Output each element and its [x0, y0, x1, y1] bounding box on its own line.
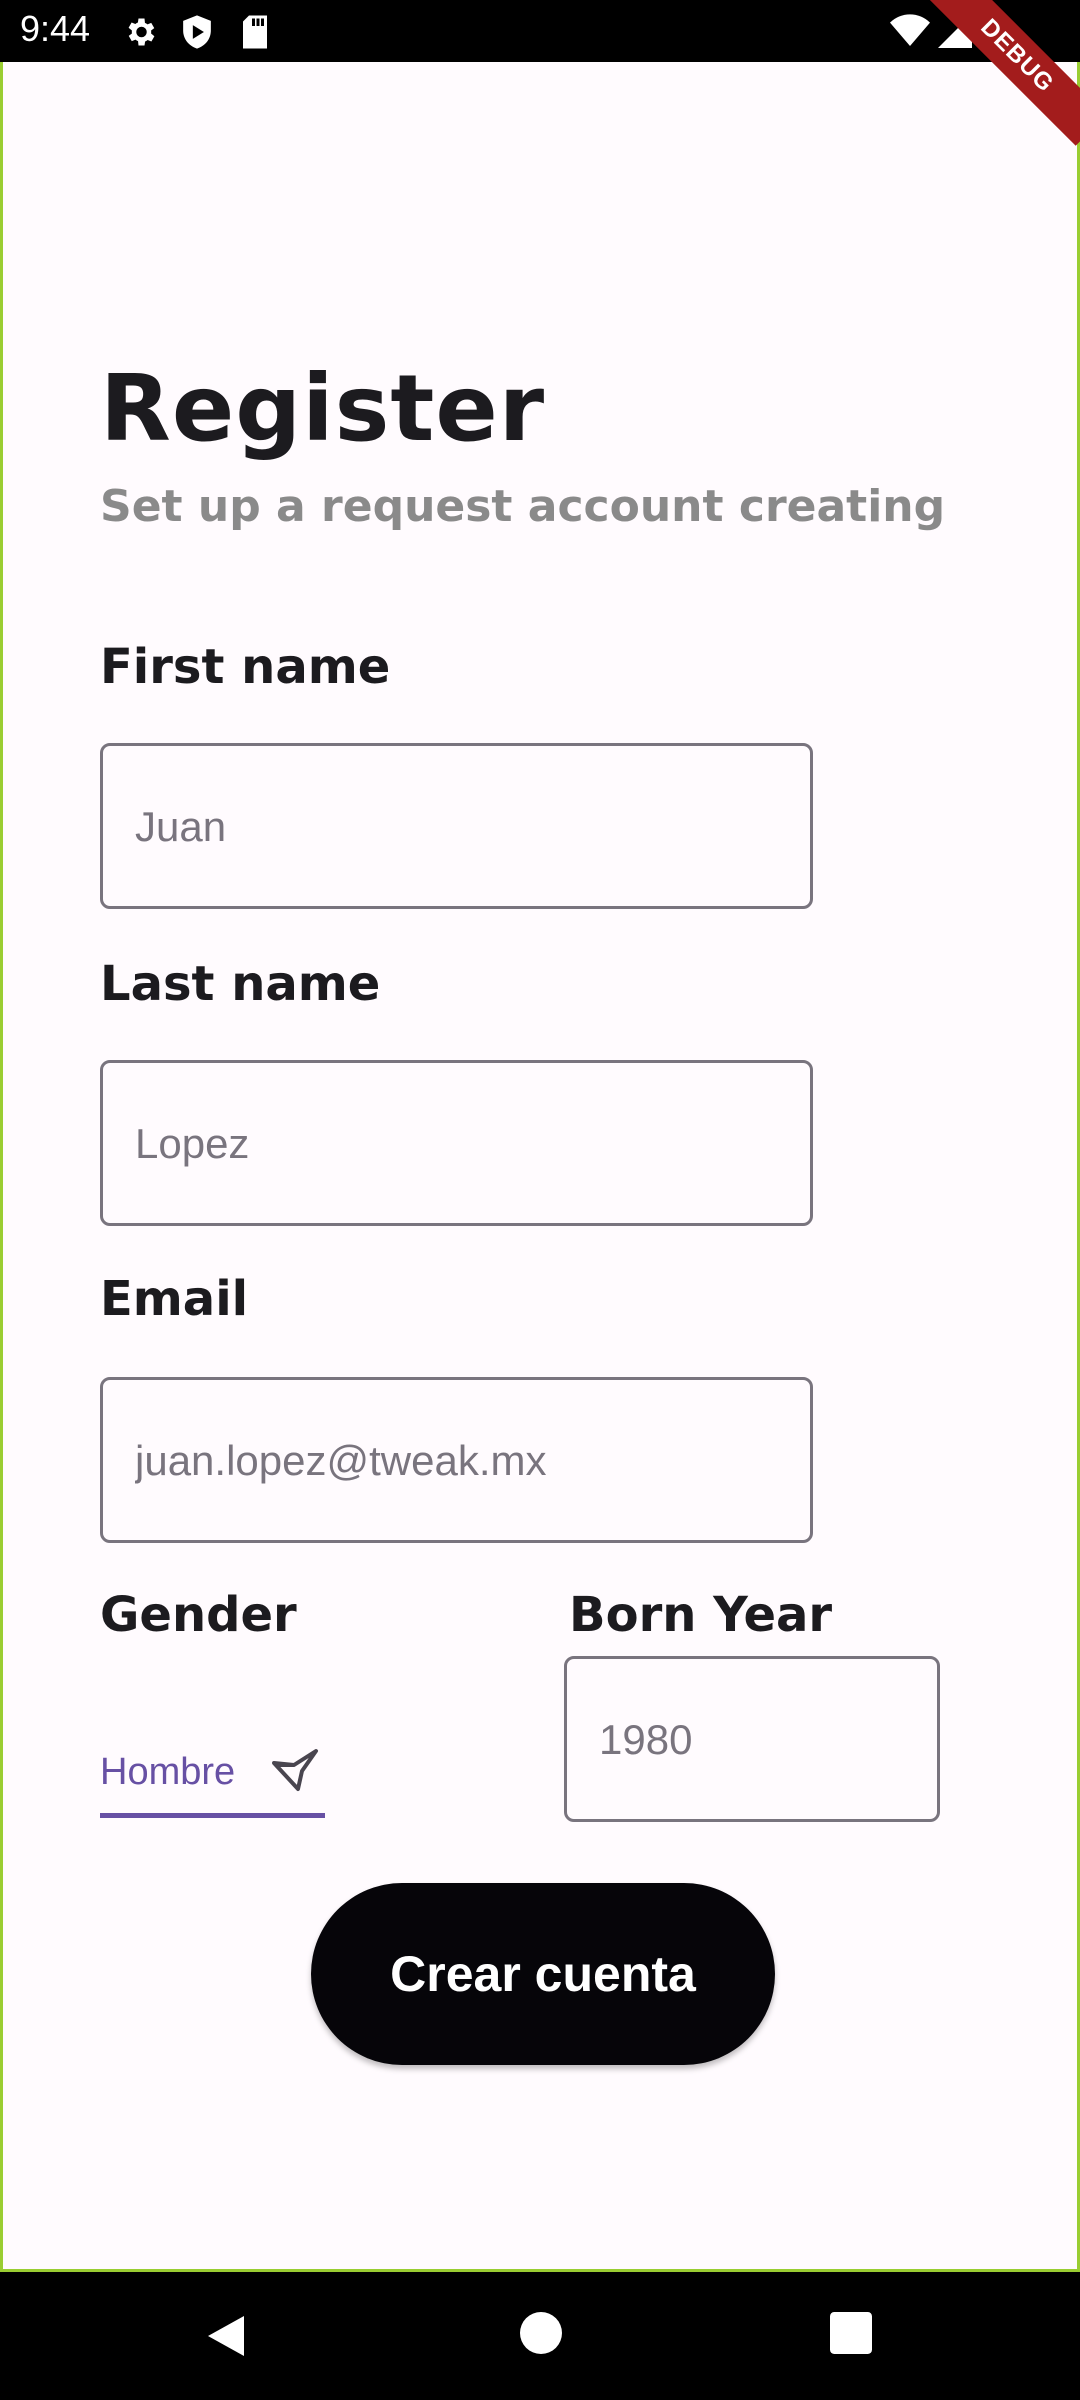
- wifi-icon: [890, 14, 930, 52]
- page-title: Register: [100, 355, 546, 462]
- first-name-input[interactable]: [133, 746, 787, 908]
- sd-card-icon: [240, 14, 270, 54]
- last-name-input[interactable]: [133, 1063, 787, 1225]
- gear-icon: [122, 14, 158, 54]
- email-field[interactable]: [100, 1377, 813, 1543]
- status-time: 9:44: [20, 8, 91, 49]
- play-shield-icon: [180, 14, 214, 54]
- gender-selected-value: Hombre: [100, 1751, 236, 1793]
- gender-dropdown[interactable]: Hombre: [100, 1741, 325, 1818]
- recents-icon[interactable]: [830, 2312, 872, 2358]
- page-subtitle: Set up a request account creating: [100, 481, 946, 532]
- navigation-bar: [0, 2272, 1080, 2400]
- gender-picker-icon: [268, 1745, 320, 1801]
- first-name-label: First name: [100, 639, 391, 695]
- born-year-field[interactable]: [564, 1656, 940, 1822]
- born-year-input[interactable]: [597, 1659, 921, 1821]
- create-account-button[interactable]: Crear cuenta: [311, 1883, 775, 2065]
- status-bar: 9:44: [0, 0, 1080, 62]
- gender-label: Gender: [100, 1587, 297, 1643]
- first-name-field[interactable]: [100, 743, 813, 909]
- email-label: Email: [100, 1271, 249, 1327]
- born-year-label: Born Year: [569, 1587, 833, 1643]
- last-name-label: Last name: [100, 956, 381, 1012]
- back-icon[interactable]: [204, 2312, 248, 2364]
- last-name-field[interactable]: [100, 1060, 813, 1226]
- app-screen: Register Set up a request account creati…: [0, 0, 1080, 2272]
- email-input[interactable]: [133, 1380, 787, 1542]
- home-icon[interactable]: [520, 2312, 562, 2358]
